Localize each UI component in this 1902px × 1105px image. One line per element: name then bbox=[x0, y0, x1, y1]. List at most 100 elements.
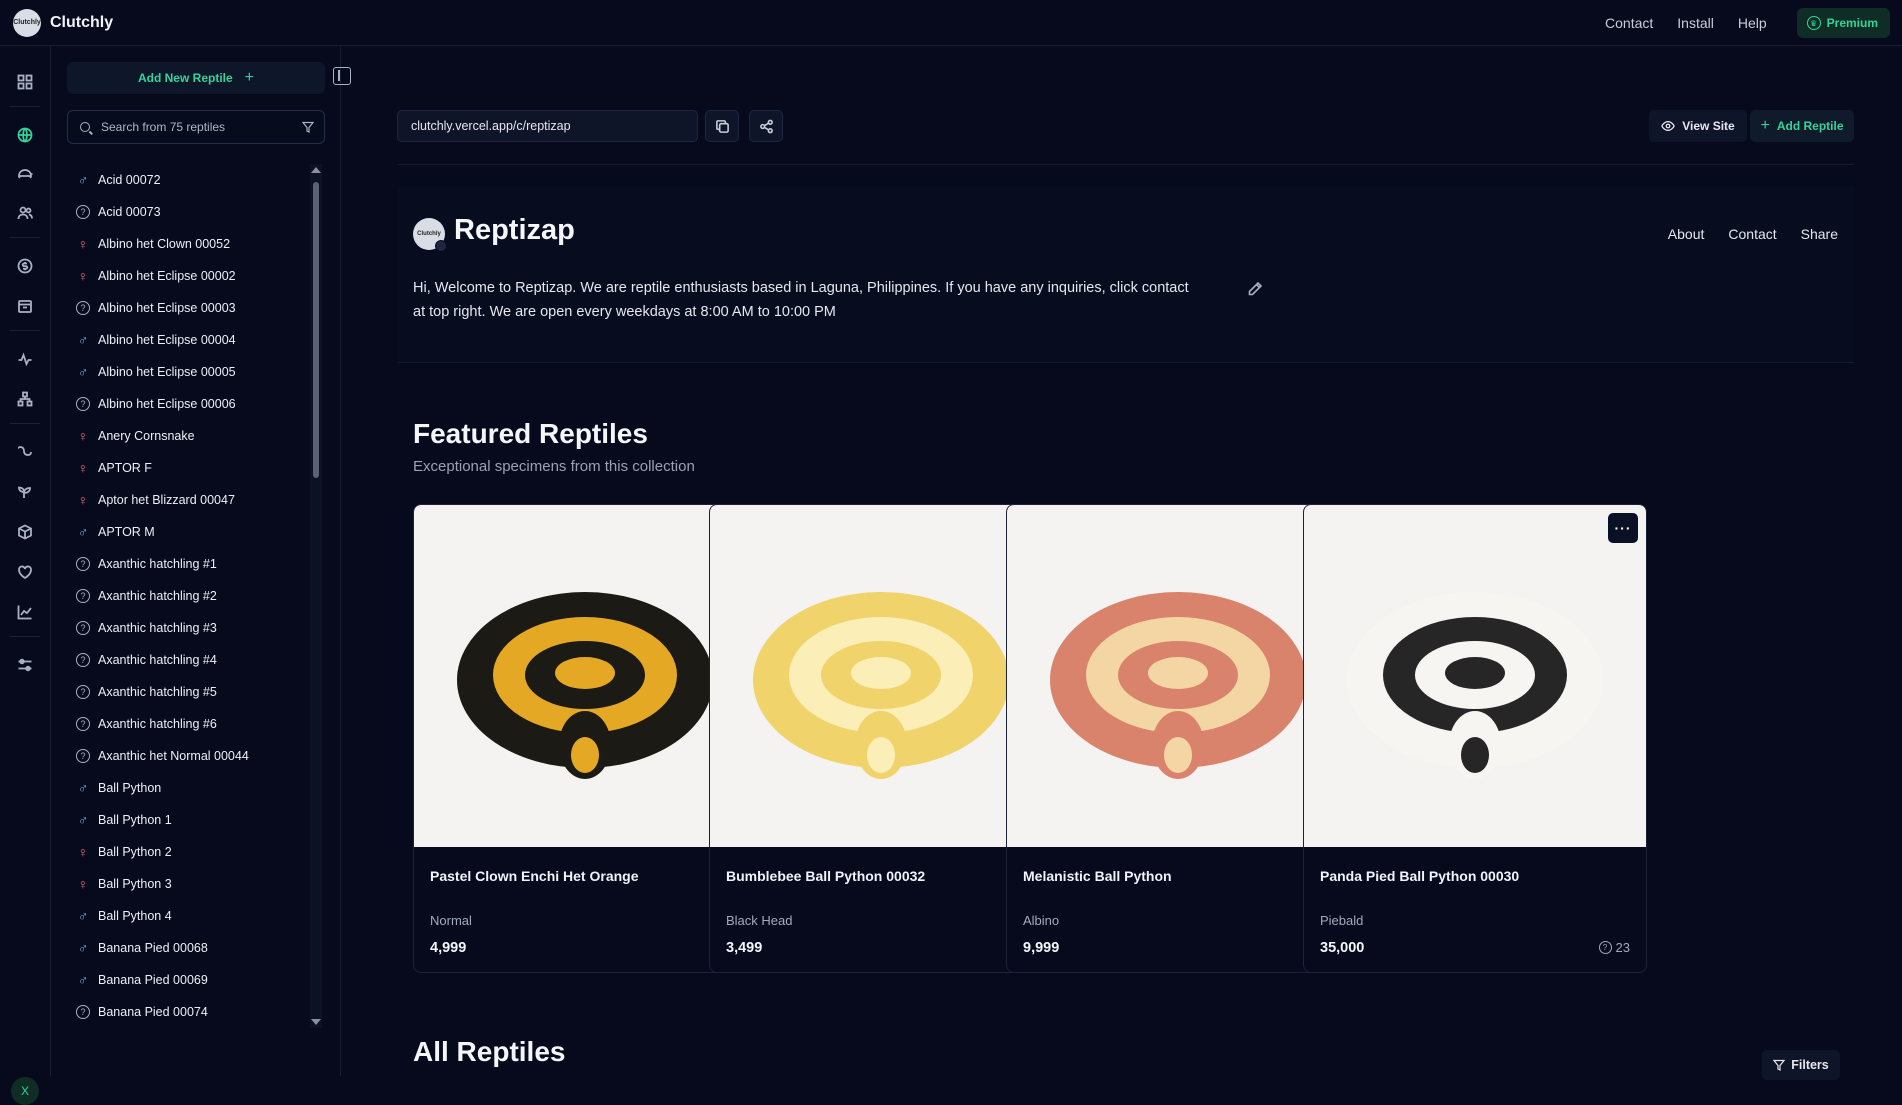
plus-icon: + bbox=[1760, 117, 1770, 134]
reptile-card[interactable]: ···Melanistic Ball PythonAlbino9,999♂22 bbox=[1006, 504, 1350, 973]
filter-icon[interactable] bbox=[302, 121, 314, 133]
reptile-sidebar: Add New Reptile + ♂ Acid 00072? Acid 00073… bbox=[51, 46, 351, 1076]
female-icon: ♀ bbox=[77, 236, 89, 252]
reptile-list-item[interactable]: ♂ Acid 00072 bbox=[67, 164, 307, 196]
reptile-card[interactable]: ··· Panda Pied Ball Python 00030 Piebald 35… bbox=[1303, 504, 1647, 973]
reptile-list-item[interactable]: ? Banana Pied 00074 bbox=[67, 996, 307, 1028]
female-icon: ♀ bbox=[77, 844, 89, 860]
reptile-list-item[interactable]: ♀ APTOR F bbox=[67, 452, 307, 484]
chart-icon[interactable] bbox=[15, 602, 35, 622]
site-nav-about[interactable]: About bbox=[1668, 226, 1705, 242]
reptile-list-item[interactable]: ♀ Ball Python 2 bbox=[67, 836, 307, 868]
reptile-list-item[interactable]: ? Acid 00073 bbox=[67, 196, 307, 228]
reptile-card[interactable]: ···Pastel Clown Enchi Het OrangeNormal4,… bbox=[413, 504, 757, 973]
dashboard-icon[interactable] bbox=[15, 72, 35, 92]
nav-install[interactable]: Install bbox=[1677, 15, 1714, 31]
unknown-sex-icon: ? bbox=[75, 204, 91, 220]
site-logo[interactable]: Clutchly bbox=[413, 218, 447, 252]
reptile-list-item[interactable]: ♂ Ball Python 4 bbox=[67, 900, 307, 932]
brand-name: Clutchly bbox=[50, 13, 114, 31]
unknown-sex-icon: ? bbox=[75, 556, 91, 572]
reptile-name: Albino het Eclipse 00002 bbox=[98, 269, 236, 283]
reptile-name: Axanthic hatchling #3 bbox=[98, 621, 217, 635]
add-new-reptile-button[interactable]: Add New Reptile + bbox=[67, 62, 325, 94]
reptile-name: Banana Pied 00074 bbox=[98, 1005, 208, 1019]
reptile-name: Axanthic hatchling #2 bbox=[98, 589, 217, 603]
reptile-list-item[interactable]: ♂ Banana Pied 00068 bbox=[67, 932, 307, 964]
heart-icon[interactable] bbox=[15, 562, 35, 582]
avatar-initial: X bbox=[20, 1084, 29, 1098]
box-icon[interactable] bbox=[15, 522, 35, 542]
premium-button[interactable]: ♛ Premium bbox=[1796, 8, 1890, 38]
reptile-list-item[interactable]: ♂ Ball Python 1 bbox=[67, 804, 307, 836]
brand-home-link[interactable]: Clutchly Clutchly bbox=[13, 8, 114, 37]
sidebar-scrollbar[interactable] bbox=[310, 164, 322, 1028]
unknown-sex-icon: ? bbox=[75, 716, 91, 732]
reptile-name: Anery Cornsnake bbox=[98, 429, 195, 443]
reptile-list-item[interactable]: ♂ Banana Pied 00069 bbox=[67, 964, 307, 996]
reptile-list-item[interactable]: ? Axanthic hatchling #1 bbox=[67, 548, 307, 580]
reptile-list-item[interactable]: ♂ APTOR M bbox=[67, 516, 307, 548]
reptile-list-item[interactable]: ? Axanthic hatchling #6 bbox=[67, 708, 307, 740]
turtle-icon[interactable] bbox=[15, 164, 35, 184]
card-menu-button[interactable]: ··· bbox=[1608, 513, 1638, 543]
reptile-list-item[interactable]: ? Albino het Eclipse 00006 bbox=[67, 388, 307, 420]
reptile-list-item[interactable]: ♂ Albino het Eclipse 00004 bbox=[67, 324, 307, 356]
reptile-list-item[interactable]: ♂ Albino het Eclipse 00005 bbox=[67, 356, 307, 388]
unknown-sex-icon: ? bbox=[75, 684, 91, 700]
site-nav-contact[interactable]: Contact bbox=[1728, 226, 1776, 242]
reptile-name: Albino het Clown 00052 bbox=[98, 237, 231, 251]
globe-icon[interactable] bbox=[15, 125, 35, 145]
card-price: 35,000 bbox=[1320, 940, 1365, 956]
site-url-field[interactable]: clutchly.vercel.app/c/reptizap bbox=[397, 110, 698, 142]
activity-icon[interactable] bbox=[15, 349, 35, 369]
nav-help[interactable]: Help bbox=[1738, 15, 1767, 31]
top-nav: Contact Install Help ♛ Premium bbox=[1605, 0, 1902, 46]
card-name: Panda Pied Ball Python 00030 bbox=[1320, 868, 1520, 884]
reptile-list-item[interactable]: ♀ Anery Cornsnake bbox=[67, 420, 307, 452]
reptile-list-item[interactable]: ♀ Albino het Clown 00052 bbox=[67, 228, 307, 260]
reptile-list-item[interactable]: ? Axanthic hatchling #2 bbox=[67, 580, 307, 612]
card-meta-value: 23 bbox=[1615, 940, 1630, 955]
share-url-button[interactable] bbox=[749, 110, 783, 142]
add-reptile-button[interactable]: + Add Reptile bbox=[1750, 110, 1854, 142]
female-icon: ♀ bbox=[77, 268, 89, 284]
settings-sliders-icon[interactable] bbox=[15, 655, 35, 675]
scroll-up-arrow[interactable] bbox=[311, 167, 321, 173]
network-icon[interactable] bbox=[15, 389, 35, 409]
package-icon[interactable] bbox=[15, 296, 35, 316]
reptile-name: Axanthic het Normal 00044 bbox=[98, 749, 249, 763]
copy-icon bbox=[715, 119, 729, 133]
reptile-list-item[interactable]: ? Axanthic hatchling #4 bbox=[67, 644, 307, 676]
scroll-thumb[interactable] bbox=[313, 182, 319, 478]
edit-pencil-icon[interactable] bbox=[1247, 281, 1263, 297]
reptile-name: Albino het Eclipse 00004 bbox=[98, 333, 236, 347]
reptile-list-item[interactable]: ? Axanthic hatchling #3 bbox=[67, 612, 307, 644]
snake-icon[interactable] bbox=[15, 442, 35, 462]
search-input[interactable] bbox=[101, 120, 291, 134]
sprout-icon[interactable] bbox=[15, 482, 35, 502]
reptile-list-item[interactable]: ♀ Ball Python 3 bbox=[67, 868, 307, 900]
copy-url-button[interactable] bbox=[705, 110, 739, 142]
reptile-list-item[interactable]: ♀ Albino het Eclipse 00002 bbox=[67, 260, 307, 292]
reptile-list-item[interactable]: ? Albino het Eclipse 00003 bbox=[67, 292, 307, 324]
site-nav-share[interactable]: Share bbox=[1801, 226, 1838, 242]
nav-contact[interactable]: Contact bbox=[1605, 15, 1653, 31]
female-icon: ♀ bbox=[77, 460, 89, 476]
premium-label: Premium bbox=[1826, 16, 1878, 30]
scroll-down-arrow[interactable] bbox=[311, 1019, 321, 1025]
reptile-name: Ball Python bbox=[98, 781, 162, 795]
edit-logo-icon[interactable] bbox=[435, 240, 447, 252]
reptile-card[interactable]: ···Bumblebee Ball Python 00032Black Head… bbox=[709, 504, 1053, 973]
reptile-list-item[interactable]: ? Axanthic hatchling #5 bbox=[67, 676, 307, 708]
reptile-list-item[interactable]: ? Axanthic het Normal 00044 bbox=[67, 740, 307, 772]
reptile-list-item[interactable]: ♀ Aptor het Blizzard 00047 bbox=[67, 484, 307, 516]
view-site-button[interactable]: View Site bbox=[1649, 110, 1747, 142]
dollar-icon[interactable] bbox=[15, 256, 35, 276]
reptile-name: Ball Python 2 bbox=[98, 845, 172, 859]
reptile-list-item[interactable]: ♂ Ball Python bbox=[67, 772, 307, 804]
female-icon: ♀ bbox=[77, 428, 89, 444]
users-icon[interactable] bbox=[15, 203, 35, 223]
unknown-sex-icon: ? bbox=[75, 396, 91, 412]
user-avatar[interactable]: X bbox=[11, 1077, 39, 1105]
